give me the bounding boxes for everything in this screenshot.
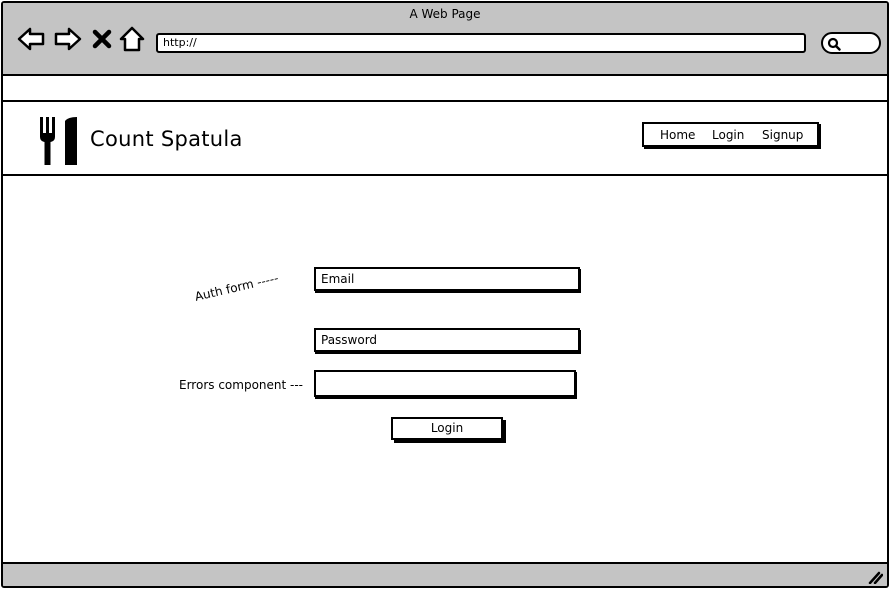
nav-signup[interactable]: Signup (762, 128, 803, 142)
search-button[interactable] (821, 32, 881, 54)
errors-box (314, 370, 576, 397)
bookmarks-strip (3, 76, 887, 102)
window-title: A Web Page (409, 7, 481, 21)
auth-form-annotation: Auth form ----- (193, 270, 280, 304)
nav-login[interactable]: Login (712, 128, 744, 142)
forward-arrow-icon[interactable] (53, 25, 83, 53)
home-icon[interactable] (118, 25, 146, 53)
main-nav: Home Login Signup (642, 122, 819, 147)
resize-grip-icon[interactable] (867, 570, 883, 584)
status-bar (3, 562, 887, 586)
brand-title[interactable]: Count Spatula (90, 127, 243, 151)
back-arrow-icon[interactable] (16, 25, 46, 53)
login-button[interactable]: Login (391, 417, 503, 440)
browser-toolbar: A Web Page http:// (3, 3, 887, 76)
close-icon[interactable] (90, 25, 114, 53)
fork-knife-icon (37, 115, 79, 167)
site-header: Count Spatula Home Login Signup (3, 102, 887, 176)
search-icon (827, 37, 841, 51)
browser-window: A Web Page http:// Count Spatula Home Lo… (1, 1, 889, 588)
email-field[interactable]: Email (314, 267, 580, 291)
errors-component-annotation: Errors component --- (179, 378, 304, 392)
nav-home[interactable]: Home (660, 128, 695, 142)
password-field[interactable]: Password (314, 328, 580, 352)
url-input[interactable]: http:// (156, 33, 806, 53)
